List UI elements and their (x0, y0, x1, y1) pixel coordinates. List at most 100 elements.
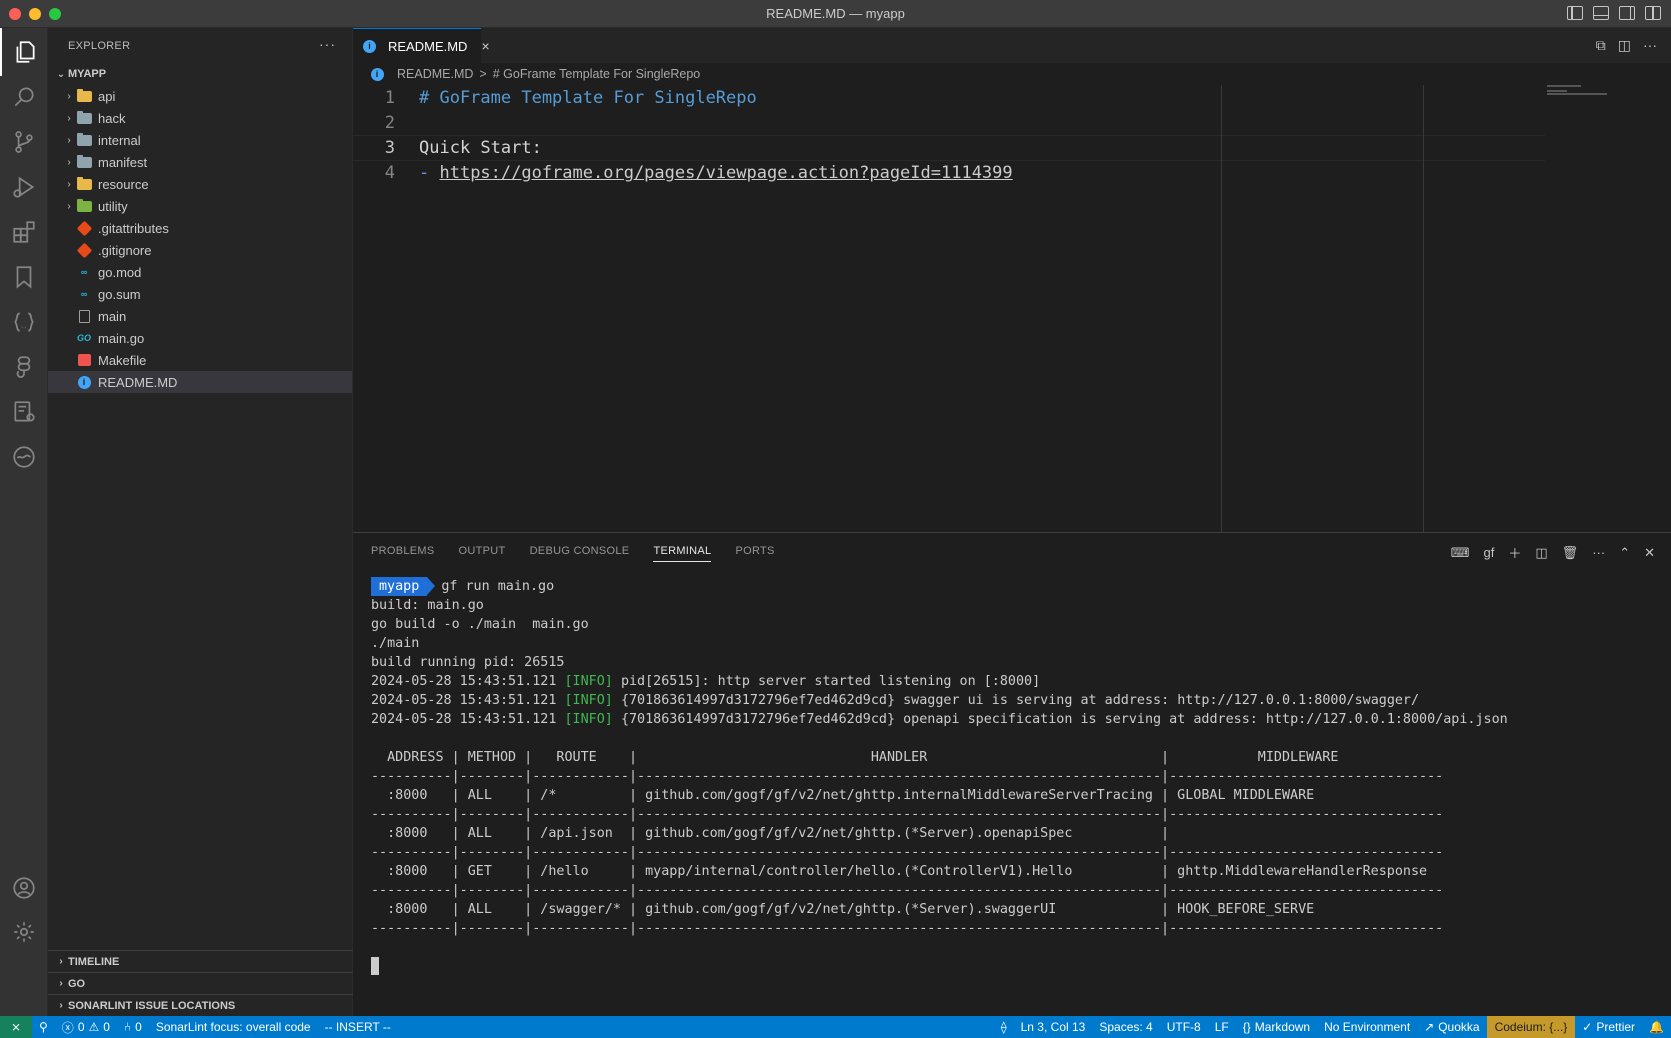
tree-item[interactable]: main (48, 305, 352, 327)
tree-item[interactable]: › hack (48, 107, 352, 129)
customize-layout-icon[interactable] (1645, 6, 1661, 20)
settings-gear-icon[interactable] (0, 908, 48, 956)
extensions-icon[interactable] (0, 208, 48, 256)
json-icon[interactable] (0, 298, 48, 346)
trash-icon[interactable]: 🗑 (1562, 545, 1579, 561)
code-line[interactable]: 4 - https://goframe.org/pages/viewpage.ac… (353, 160, 1553, 186)
tree-item[interactable]: › resource (48, 173, 352, 195)
git-icon (76, 220, 92, 236)
log-timestamp: 2024-05-28 15:43:51.121 (371, 712, 557, 727)
log-message: {701863614997d3172796ef7ed462d9cd} opena… (620, 712, 1508, 727)
tab-terminal[interactable]: TERMINAL (653, 545, 712, 562)
close-window-button[interactable] (9, 8, 21, 20)
problems-indicator[interactable]: ⓧ 0 ⚠ 0 (55, 1019, 117, 1036)
bookmark-icon[interactable] (0, 253, 48, 301)
sonarlint-focus[interactable]: SonarLint focus: overall code (149, 1020, 318, 1034)
remote-explorer-icon[interactable] (0, 388, 48, 436)
maximize-window-button[interactable] (49, 8, 61, 20)
info-file-icon: i (363, 39, 376, 53)
broadcast-icon[interactable]: ⚲ (32, 1020, 55, 1034)
indentation[interactable]: Spaces: 4 (1092, 1020, 1159, 1034)
tree-item[interactable]: .gitignore (48, 239, 352, 261)
tree-item[interactable]: ∞ go.mod (48, 261, 352, 283)
tree-item[interactable]: › utility (48, 195, 352, 217)
ports-indicator[interactable]: ⑃ 0 (117, 1020, 149, 1034)
terminal-cursor (371, 957, 379, 975)
breadcrumb-file[interactable]: README.MD (397, 67, 473, 81)
tree-item[interactable]: Makefile (48, 349, 352, 371)
encoding[interactable]: UTF-8 (1160, 1020, 1208, 1034)
tree-item[interactable]: › manifest (48, 151, 352, 173)
code-editor[interactable]: 1 # GoFrame Template For SingleRepo 2 3 Quic… (353, 85, 1671, 532)
close-icon[interactable]: × (481, 38, 489, 54)
markdown-link[interactable]: https://goframe.org/pages/viewpage.actio… (439, 163, 1012, 183)
prettier-status[interactable]: ✓ Prettier (1575, 1020, 1642, 1034)
terminal-icon[interactable]: ⌨ (1451, 545, 1470, 561)
new-terminal-icon[interactable]: ＋ (1508, 543, 1521, 562)
chevron-right-icon: › (67, 90, 71, 102)
tree-item[interactable]: › api (48, 85, 352, 107)
remote-indicator[interactable]: ⨯ (0, 1016, 32, 1038)
sonarlint-section[interactable]: › SONARLINT ISSUE LOCATIONS (48, 994, 353, 1016)
split-editor-icon[interactable]: ◫ (1618, 37, 1631, 54)
tree-item[interactable]: ∞ go.sum (48, 283, 352, 305)
files-icon[interactable] (0, 28, 48, 76)
more-actions-icon[interactable]: ··· (319, 36, 336, 52)
close-panel-icon[interactable]: ✕ (1644, 545, 1655, 561)
source-control-icon[interactable] (0, 118, 48, 166)
toggle-primary-sidebar-icon[interactable] (1567, 6, 1583, 20)
cursor-position[interactable]: Ln 3, Col 13 (1014, 1020, 1093, 1034)
code-line[interactable]: 3 Quick Start: (353, 135, 1545, 161)
editor-tab-bar: i README.MD × ⧉ ◫ ··· (353, 28, 1671, 63)
tab-readme[interactable]: i README.MD × (353, 28, 490, 63)
tree-item-label: README.MD (98, 374, 178, 390)
open-preview-icon[interactable]: ⧉ (1596, 37, 1606, 54)
breadcrumb-symbol[interactable]: # GoFrame Template For SingleRepo (493, 67, 701, 81)
tab-output[interactable]: OUTPUT (459, 545, 506, 562)
code-line[interactable]: 2 (353, 110, 1553, 136)
toggle-secondary-sidebar-icon[interactable] (1619, 6, 1635, 20)
chevron-right-icon: › (59, 1000, 63, 1011)
tree-item[interactable]: GO main.go (48, 327, 352, 349)
figma-icon[interactable] (0, 343, 48, 391)
commit-icon[interactable]: ⟠ (994, 1020, 1014, 1034)
project-folder-header[interactable]: ⌄ MYAPP (48, 63, 352, 85)
more-actions-icon[interactable]: ··· (1643, 37, 1657, 54)
more-actions-icon[interactable]: ··· (1592, 545, 1605, 560)
code-line[interactable]: 1 # GoFrame Template For SingleRepo (353, 85, 1553, 111)
maximize-panel-icon[interactable]: ⌃ (1619, 545, 1630, 561)
route-table-line: ----------|--------|------------|-------… (371, 883, 1444, 898)
quokka-status[interactable]: ↗ Quokka (1417, 1020, 1486, 1034)
tab-problems[interactable]: PROBLEMS (371, 545, 435, 562)
terminal-name[interactable]: gf (1484, 545, 1495, 560)
search-icon[interactable] (0, 73, 48, 121)
log-level: [INFO] (564, 674, 613, 689)
end-of-line[interactable]: LF (1208, 1020, 1236, 1034)
terminal-output[interactable]: myapp gf run main.go build: main.go go bui… (371, 577, 1661, 976)
split-terminal-icon[interactable]: ◫ (1535, 545, 1547, 561)
tree-item[interactable]: › internal (48, 129, 352, 151)
chevron-right-icon: › (67, 178, 71, 190)
notifications-icon[interactable]: 🔔 (1642, 1020, 1671, 1034)
go-section[interactable]: › GO (48, 972, 353, 994)
timeline-section[interactable]: › TIMELINE (48, 950, 353, 972)
codeium-status[interactable]: Codeium: {...} (1486, 1016, 1576, 1038)
tree-item[interactable]: i README.MD (48, 371, 352, 393)
folder-icon (76, 176, 92, 191)
minimap[interactable] (1543, 85, 1663, 532)
toggle-panel-icon[interactable] (1593, 6, 1609, 20)
tab-ports[interactable]: PORTS (735, 545, 774, 562)
language-mode[interactable]: {} Markdown (1236, 1020, 1317, 1034)
run-debug-icon[interactable] (0, 163, 48, 211)
breadcrumb-separator: > (479, 67, 487, 81)
account-icon[interactable] (0, 864, 48, 912)
quokka-icon[interactable] (0, 433, 48, 481)
route-table-line: :8000 | ALL | /swagger/* | github.com/go… (371, 902, 1444, 917)
minimize-window-button[interactable] (29, 8, 41, 20)
route-table-line: :8000 | GET | /hello | myapp/internal/co… (371, 864, 1444, 879)
tab-debug-console[interactable]: DEBUG CONSOLE (530, 545, 630, 562)
environment[interactable]: No Environment (1317, 1020, 1417, 1034)
tree-item[interactable]: .gitattributes (48, 217, 352, 239)
log-timestamp: 2024-05-28 15:43:51.121 (371, 674, 557, 689)
